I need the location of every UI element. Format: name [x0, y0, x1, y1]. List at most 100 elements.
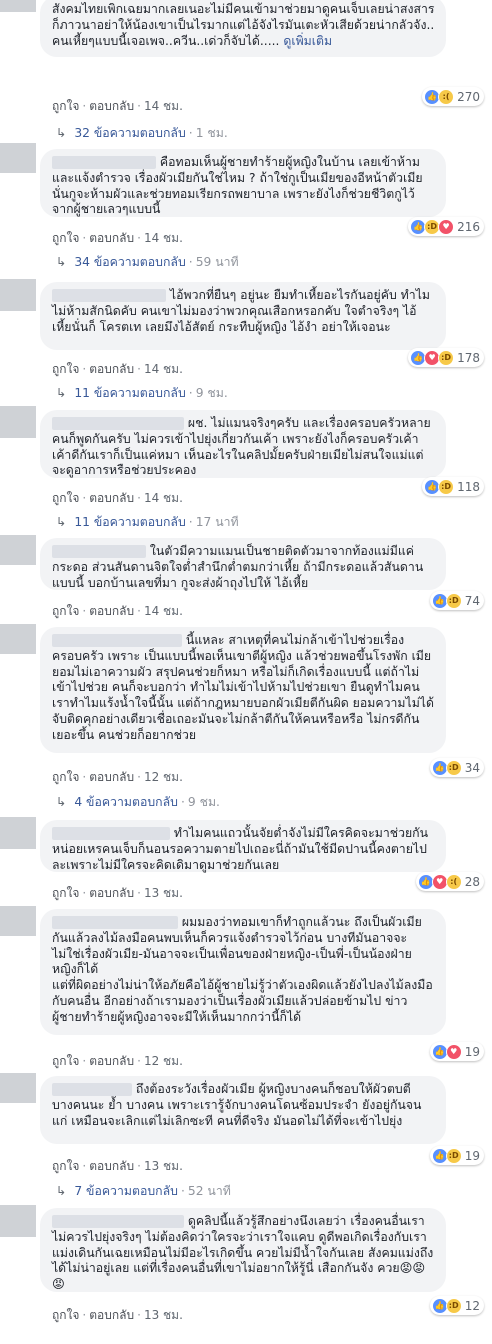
see-more-link[interactable]: ดูเพิ่มเติม [283, 34, 332, 48]
like-link[interactable]: ถูกใจ [52, 1308, 79, 1322]
reply-link[interactable]: ตอบกลับ [89, 770, 134, 784]
commenter-name[interactable]: name [52, 827, 170, 840]
timestamp[interactable]: 13 ชม. [144, 1308, 183, 1322]
comment-bubble: name ถึงต้องระวังเรื่องผัวเมีย ผู้หญิงบา… [40, 1076, 446, 1144]
like-link[interactable]: ถูกใจ [52, 1159, 79, 1173]
avatar[interactable] [0, 624, 36, 654]
commenter-name[interactable]: name [52, 545, 146, 558]
reply-link[interactable]: ตอบกลับ [89, 1054, 134, 1068]
comment-actions: ถูกใจ · ตอบกลับ · 13 ชม. [52, 1157, 183, 1176]
reply-link[interactable]: ตอบกลับ [89, 1308, 134, 1322]
separator: · [82, 1159, 87, 1173]
reply-link[interactable]: ตอบกลับ [89, 886, 134, 900]
commenter-name[interactable]: name [52, 1083, 132, 1096]
reaction-count: 34 [464, 760, 480, 775]
haha-reaction-icon: :D [445, 759, 462, 776]
avatar[interactable] [0, 535, 36, 565]
avatar[interactable] [0, 279, 36, 311]
replies-count[interactable]: 11 ข้อความตอบกลับ [74, 386, 185, 400]
timestamp[interactable]: 14 ชม. [144, 604, 183, 618]
reaction-summary[interactable]: 👍 :D 34 [429, 758, 484, 777]
separator: · [188, 126, 193, 140]
reply-arrow-icon: ↳ [56, 126, 67, 140]
commenter-name[interactable]: name [52, 289, 166, 302]
commenter-name[interactable]: name [52, 634, 182, 647]
reply-link[interactable]: ตอบกลับ [89, 604, 134, 618]
replies-count[interactable]: 4 ข้อความตอบกลับ [74, 795, 178, 809]
avatar[interactable] [0, 0, 36, 12]
comment-bubble: name นี้แหละ สาเหตุที่คนไม่กล้าเข้าไปช่ว… [40, 627, 446, 753]
commenter-name[interactable]: name [52, 156, 156, 169]
replies-time: 9 ชม. [195, 386, 228, 400]
like-link[interactable]: ถูกใจ [52, 491, 79, 505]
reaction-count: 270 [457, 89, 480, 104]
separator: · [137, 491, 141, 505]
separator: · [137, 1159, 141, 1173]
commenter-name[interactable]: name [52, 417, 184, 430]
timestamp[interactable]: 12 ชม. [144, 770, 183, 784]
avatar[interactable] [0, 1073, 36, 1103]
reaction-summary[interactable]: 👍 :D ♥ 216 [408, 217, 484, 236]
avatar[interactable] [0, 817, 36, 849]
reply-link[interactable]: ตอบกลับ [89, 491, 134, 505]
separator: · [82, 886, 87, 900]
like-link[interactable]: ถูกใจ [52, 362, 79, 376]
timestamp[interactable]: 14 ชม. [144, 231, 183, 245]
timestamp[interactable]: 14 ชม. [144, 362, 183, 376]
reply-link[interactable]: ตอบกลับ [89, 1159, 134, 1173]
reply-link[interactable]: ตอบกลับ [89, 231, 134, 245]
timestamp[interactable]: 14 ชม. [144, 491, 183, 505]
comment-bubble: name ผช. ไม่แมนจริงๆครับ และเรื่องครอบคร… [40, 410, 446, 478]
timestamp[interactable]: 13 ชม. [144, 886, 183, 900]
reaction-count: 28 [464, 874, 480, 889]
separator: · [180, 1184, 185, 1198]
comment-bubble: name คือทอมเห็นผู้ชายทำร้ายผู้หญิงในบ้าน… [40, 149, 446, 217]
avatar[interactable] [0, 406, 36, 438]
reaction-count: 12 [464, 1298, 480, 1313]
view-replies-link[interactable]: ↳ 11 ข้อความตอบกลับ · 17 นาที [56, 513, 239, 532]
replies-count[interactable]: 7 ข้อความตอบกลับ [74, 1184, 178, 1198]
comment-actions: ถูกใจ · ตอบกลับ · 12 ชม. [52, 1052, 183, 1071]
view-replies-link[interactable]: ↳ 11 ข้อความตอบกลับ · 9 ชม. [56, 384, 228, 403]
reaction-summary[interactable]: 👍 :D 118 [422, 477, 484, 496]
view-replies-link[interactable]: ↳ 32 ข้อความตอบกลับ · 1 ชม. [56, 124, 228, 143]
timestamp[interactable]: 12 ชม. [144, 1054, 183, 1068]
love-reaction-icon: ♥ [438, 218, 455, 235]
reply-link[interactable]: ตอบกลับ [89, 99, 134, 113]
replies-time: 52 นาที [187, 1184, 231, 1198]
separator: · [137, 604, 141, 618]
replies-count[interactable]: 11 ข้อความตอบกลับ [74, 515, 185, 529]
separator: · [137, 362, 141, 376]
reaction-summary[interactable]: 👍 :D 12 [429, 1296, 484, 1315]
reaction-summary[interactable]: 👍 :D 74 [429, 591, 484, 610]
reply-link[interactable]: ตอบกลับ [89, 362, 134, 376]
reaction-summary[interactable]: 👍 :( 270 [422, 87, 484, 106]
like-link[interactable]: ถูกใจ [52, 886, 79, 900]
haha-reaction-icon: :D [438, 349, 455, 366]
avatar[interactable] [0, 143, 36, 173]
view-replies-link[interactable]: ↳ 34 ข้อความตอบกลับ · 59 นาที [56, 253, 239, 272]
timestamp[interactable]: 13 ชม. [144, 1159, 183, 1173]
reaction-summary[interactable]: 👍 :D 19 [429, 1146, 484, 1165]
like-link[interactable]: ถูกใจ [52, 99, 79, 113]
view-replies-link[interactable]: ↳ 7 ข้อความตอบกลับ · 52 นาที [56, 1182, 231, 1201]
separator: · [137, 231, 141, 245]
avatar[interactable] [0, 906, 36, 936]
replies-count[interactable]: 32 ข้อความตอบกลับ [74, 126, 185, 140]
like-link[interactable]: ถูกใจ [52, 231, 79, 245]
commenter-name[interactable]: name [52, 1215, 184, 1228]
replies-count[interactable]: 34 ข้อความตอบกลับ [74, 255, 185, 269]
reaction-count: 19 [464, 1148, 480, 1163]
avatar[interactable] [0, 1205, 36, 1237]
like-link[interactable]: ถูกใจ [52, 770, 79, 784]
separator: · [82, 231, 87, 245]
view-replies-link[interactable]: ↳ 4 ข้อความตอบกลับ · 9 ชม. [56, 793, 220, 812]
like-link[interactable]: ถูกใจ [52, 1054, 79, 1068]
reaction-summary[interactable]: 👍 ♥ 19 [429, 1042, 484, 1061]
like-link[interactable]: ถูกใจ [52, 604, 79, 618]
commenter-name[interactable]: name [52, 916, 178, 929]
reaction-summary[interactable]: 👍 ♥ :( 28 [415, 872, 484, 891]
reaction-summary[interactable]: 👍 ♥ :D 178 [408, 348, 484, 367]
timestamp[interactable]: 14 ชม. [144, 99, 183, 113]
comment-bubble: name ในตัวมีความแมนเป็นชายติดตัวมาจากท้อ… [40, 538, 446, 590]
